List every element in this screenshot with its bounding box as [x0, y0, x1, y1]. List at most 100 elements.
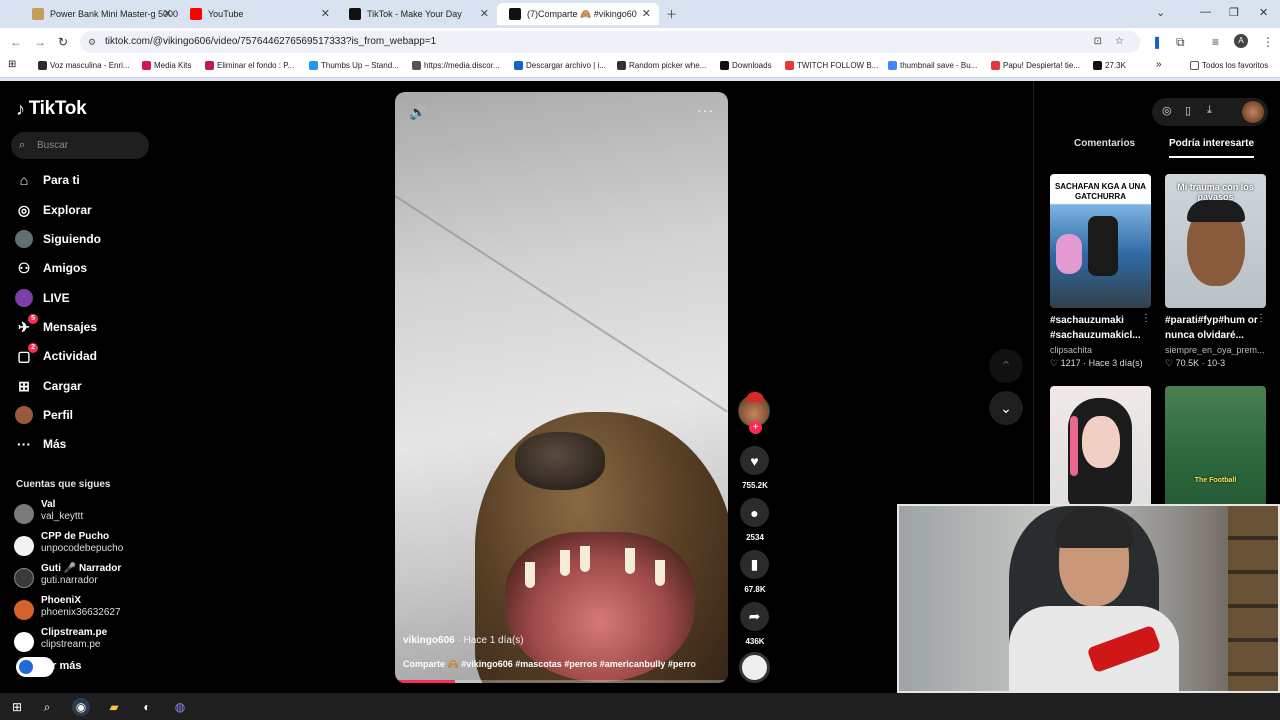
tab-power-bank[interactable]: Power Bank Mini Master-g 5000 ✕ — [20, 3, 180, 25]
sidebar-item-cargar[interactable]: ⊞ Cargar — [14, 373, 154, 399]
bookmark-label: Thumbs Up – Stand... — [321, 61, 399, 70]
file-explorer-icon[interactable]: ▰ — [105, 698, 123, 716]
recommended-video-card[interactable]: The Football — [1165, 386, 1266, 520]
save-button[interactable]: ▮ — [740, 550, 769, 579]
bookmark-label: https://media.discor... — [424, 61, 500, 70]
browser-menu-icon[interactable]: ⋮ — [1262, 35, 1274, 49]
taskbar-search-icon[interactable]: ⌕ — [38, 698, 56, 716]
close-tab-icon[interactable]: ✕ — [642, 7, 651, 20]
download-icon[interactable]: ⤓ — [1207, 104, 1212, 117]
recommended-video-card[interactable] — [1050, 386, 1151, 520]
minimize-icon[interactable]: — — [1200, 6, 1211, 18]
install-app-icon[interactable]: ⊡ — [1094, 31, 1102, 53]
media-control-icon[interactable]: ≡ — [1212, 35, 1219, 49]
sidebar-item-explorar[interactable]: ◎ Explorar — [14, 197, 154, 223]
compass-small-icon[interactable]: ◎ — [1162, 104, 1172, 117]
search-input[interactable]: ⌕ Buscar — [11, 132, 149, 159]
account-handle: clipstream.pe — [41, 639, 101, 650]
bookmark-item[interactable]: Voz masculina - Enri... — [38, 61, 130, 70]
bookmark-item[interactable]: Eliminar el fondo : P... — [205, 61, 294, 70]
share-button[interactable]: ➦ — [740, 602, 769, 631]
bookmark-item[interactable]: Downloads — [720, 61, 772, 70]
next-video-button[interactable]: ⌄ — [989, 391, 1023, 425]
all-bookmarks-folder[interactable]: Todos los favoritos — [1190, 61, 1268, 70]
sidebar-item-mas[interactable]: ··· Más — [14, 431, 154, 457]
close-tab-icon[interactable]: ✕ — [321, 7, 330, 20]
bookmark-item[interactable]: Papu! Despierta! tie... — [991, 61, 1080, 70]
video-player[interactable]: 🔊 ··· vikingo606 · Hace 1 día(s) Compart… — [395, 92, 728, 683]
volume-icon[interactable]: 🔊 — [409, 104, 426, 121]
new-tab-icon[interactable]: ＋ — [666, 6, 677, 22]
more-options-icon[interactable]: ··· — [697, 102, 714, 118]
follow-plus-icon[interactable]: + — [749, 421, 762, 434]
bookmark-favicon — [720, 61, 729, 70]
sidebar-item-perfil[interactable]: Perfil — [14, 402, 154, 428]
my-avatar[interactable] — [1242, 101, 1264, 123]
bookmark-item[interactable]: thumbnail save - Bu... — [888, 61, 977, 70]
card-more-icon[interactable]: ⋮ — [1256, 313, 1266, 324]
followed-account[interactable]: CPP de Pucho unpocodebepucho — [14, 531, 174, 559]
tab-youtube[interactable]: YouTube ✕ — [178, 3, 338, 25]
forward-icon[interactable]: → — [34, 35, 46, 49]
extension-icon[interactable]: ❚ — [1152, 35, 1162, 49]
video-author[interactable]: vikingo606 · Hace 1 día(s) — [403, 635, 524, 646]
extensions-puzzle-icon[interactable]: ⧉ — [1176, 35, 1185, 50]
bookmark-item[interactable]: Thumbs Up – Stand... — [309, 61, 399, 70]
bookmark-item[interactable]: https://media.discor... — [412, 61, 500, 70]
bookmark-item[interactable]: Random picker whe... — [617, 61, 706, 70]
site-info-icon[interactable]: ⚙ — [88, 31, 96, 53]
sidebar-item-amigos[interactable]: ⚇ Amigos — [14, 255, 154, 281]
video-progress-bar[interactable] — [395, 680, 728, 683]
comment-button[interactable]: ● — [740, 498, 769, 527]
bookmark-star-icon[interactable]: ☆ — [1115, 31, 1124, 53]
previous-video-button[interactable]: ⌃ — [989, 349, 1023, 383]
tab-podria-interesarte[interactable]: Podría interesarte — [1169, 138, 1255, 158]
tab-tiktok[interactable]: TikTok - Make Your Day ✕ — [337, 3, 497, 25]
bookmark-item[interactable]: 27.3K — [1093, 61, 1126, 70]
close-window-icon[interactable]: ✕ — [1259, 6, 1268, 19]
tab-tiktok-video[interactable]: (7)Comparte 🙈 #vikingo60 ✕ — [497, 3, 659, 25]
obs-icon[interactable]: ◐ — [138, 698, 156, 716]
tab-search-icon[interactable]: ⌄ — [1156, 6, 1165, 19]
followed-account[interactable]: Val val_keyttt — [14, 499, 174, 527]
device-icon[interactable]: ▯ — [1185, 104, 1191, 117]
bookmark-item[interactable]: TWITCH FOLLOW B... — [785, 61, 878, 70]
back-icon[interactable]: ← — [10, 35, 22, 49]
chrome-icon[interactable]: ◉ — [72, 698, 90, 716]
recommended-video-card[interactable]: Mi trauma con los payasos #parati#fyp#hu… — [1165, 174, 1266, 369]
bookmark-item[interactable]: Media Kits — [142, 61, 191, 70]
more-bookmarks-icon[interactable]: » — [1156, 59, 1162, 70]
sidebar-item-mensajes[interactable]: ✈ 5 Mensajes — [14, 314, 154, 340]
sidebar-item-live[interactable]: LIVE — [14, 285, 154, 311]
sidebar-item-actividad[interactable]: ▢ 2 Actividad — [14, 343, 154, 369]
windows-start-icon[interactable]: ⊞ — [8, 698, 26, 716]
video-caption[interactable]: Comparte 🙈 #vikingo606 #mascotas #perros… — [403, 659, 696, 670]
recommended-video-card[interactable]: SACHAFAN KGA A UNA GATCHURRA #sachauzuma… — [1050, 174, 1151, 369]
dog-tooth — [525, 562, 535, 588]
profile-avatar-icon[interactable]: A — [1234, 34, 1248, 48]
bookmark-item[interactable]: Descargar archivo | i... — [514, 61, 606, 70]
card-more-icon[interactable]: ⋮ — [1141, 313, 1151, 324]
tab-comentarios[interactable]: Comentarios — [1074, 138, 1135, 149]
tab-favicon — [32, 8, 44, 20]
reload-icon[interactable]: ↻ — [58, 35, 68, 49]
sidebar-item-para-ti[interactable]: ⌂ Para ti — [14, 167, 154, 193]
url-input[interactable]: ⚙ tiktok.com/@vikingo606/video/757644627… — [80, 31, 1140, 53]
dog-nose — [515, 432, 605, 490]
restore-icon[interactable]: ❐ — [1229, 6, 1239, 19]
music-disc[interactable] — [739, 652, 770, 683]
apps-grid-icon[interactable]: ⊞ — [8, 59, 16, 70]
bookmark-label: Media Kits — [154, 61, 192, 70]
followed-account[interactable]: PhoeniX phoenix36632627 — [14, 595, 174, 623]
see-more-link[interactable]: er más — [16, 657, 81, 677]
close-tab-icon[interactable]: ✕ — [480, 7, 489, 20]
discord-icon[interactable]: ◍ — [171, 698, 189, 716]
tiktok-logo[interactable]: ♪ TikTok — [16, 98, 87, 120]
followed-account[interactable]: Clipstream.pe clipstream.pe — [14, 627, 174, 655]
sidebar-item-siguiendo[interactable]: Siguiendo — [14, 226, 154, 252]
creator-avatar[interactable]: + — [738, 392, 770, 434]
followed-account[interactable]: Guti 🎤 Narrador guti.narrador — [14, 563, 174, 591]
like-button[interactable]: ♥ — [740, 446, 769, 475]
close-tab-icon[interactable]: ✕ — [163, 7, 172, 20]
messages-icon: ✈ 5 — [14, 314, 38, 337]
